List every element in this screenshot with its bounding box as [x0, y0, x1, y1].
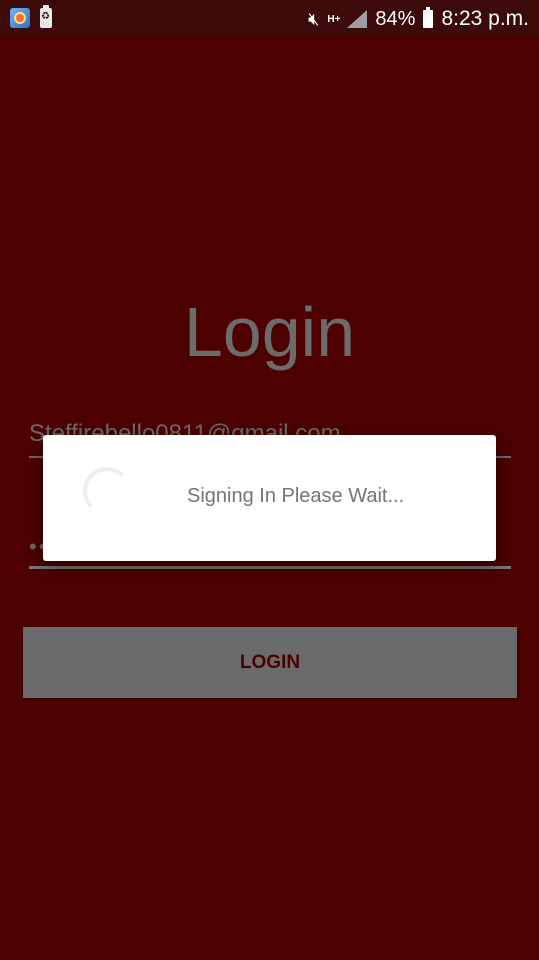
status-bar: 🔇︎ H+ 84% 8:23 p.m. — [0, 0, 539, 36]
status-bar-left — [10, 5, 52, 28]
signal-icon — [347, 10, 368, 28]
network-type-icon: H+ — [327, 13, 341, 25]
app-notification-icon — [10, 8, 30, 28]
loading-spinner-icon — [83, 467, 131, 515]
page-title: Login — [183, 293, 356, 371]
battery-percent: 84% — [375, 7, 416, 30]
battery-icon — [423, 7, 434, 28]
progress-dialog: Signing In Please Wait... — [43, 435, 496, 561]
dialog-message: Signing In Please Wait... — [187, 485, 405, 507]
clock: 8:23 p.m. — [441, 7, 529, 30]
battery-saver-icon — [40, 5, 52, 28]
login-button[interactable]: LOGIN — [23, 627, 517, 698]
status-bar-right: 🔇︎ H+ 84% 8:23 p.m. — [308, 5, 529, 33]
mute-icon: 🔇︎ — [308, 9, 320, 29]
